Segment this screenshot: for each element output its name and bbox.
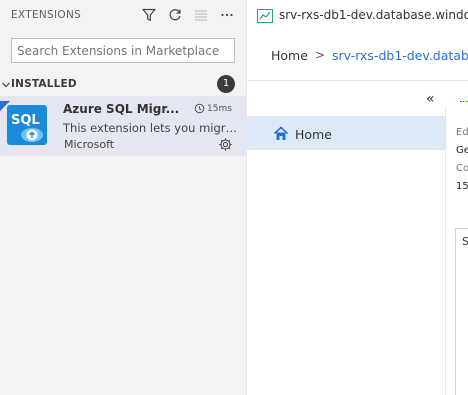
extension-description: This extension lets you migrate... <box>63 121 238 135</box>
sql-extension-logo: SQL <box>7 105 47 145</box>
breadcrumb-server[interactable]: srv-rxs-db1-dev.database <box>332 48 468 63</box>
clear-list-icon[interactable] <box>191 5 211 25</box>
sidebar-header: EXTENSIONS <box>0 0 247 31</box>
sql-logo-text: SQL <box>11 113 40 128</box>
tab-title: srv-rxs-db1-dev.database.windows <box>279 8 468 22</box>
breadcrumb-home[interactable]: Home <box>271 48 308 63</box>
search-input[interactable] <box>11 38 235 63</box>
nav-home-label: Home <box>295 127 332 142</box>
editor-tab[interactable]: srv-rxs-db1-dev.database.windows <box>247 0 468 31</box>
installed-section-header[interactable]: INSTALLED 1 <box>0 74 247 94</box>
gear-icon[interactable] <box>218 137 233 156</box>
double-chevron-left-icon[interactable]: « <box>426 91 435 107</box>
extension-list-item[interactable]: SQL Azure SQL Migr... 15ms This extensio… <box>0 96 247 156</box>
dashboard-widget: S <box>455 228 468 395</box>
property-value: 15 <box>456 181 468 192</box>
activation-time: 15ms <box>194 103 232 114</box>
breadcrumb-separator: > <box>315 48 326 62</box>
server-properties: Ed Ge Co 15 <box>456 124 468 196</box>
sidebar-title: EXTENSIONS <box>11 9 82 21</box>
extensions-sidebar: EXTENSIONS INSTALLED 1 <box>0 0 247 395</box>
widget-title: S <box>462 235 468 248</box>
more-icon[interactable] <box>217 5 237 25</box>
toolbar-link-fragment[interactable] <box>460 88 468 102</box>
history-icon <box>194 103 205 114</box>
property-label: Co <box>456 163 468 174</box>
activation-time-text: 15ms <box>207 103 232 114</box>
refresh-icon[interactable] <box>165 5 185 25</box>
installed-count-badge: 1 <box>217 75 235 93</box>
extension-publisher: Microsoft <box>64 138 115 151</box>
property-label: Ed <box>456 127 468 138</box>
nav-item-home[interactable]: Home <box>247 116 445 150</box>
sidebar-actions <box>139 5 237 25</box>
extension-name: Azure SQL Migr... <box>63 102 180 116</box>
property-value: Ge <box>456 145 468 156</box>
filter-icon[interactable] <box>139 5 159 25</box>
breadcrumb: Home > srv-rxs-db1-dev.database <box>247 31 468 81</box>
installed-section-title: INSTALLED <box>11 78 77 90</box>
chart-icon <box>257 8 273 27</box>
pane-divider[interactable] <box>445 108 446 395</box>
home-icon <box>273 126 289 145</box>
chevron-down-icon <box>1 77 11 96</box>
